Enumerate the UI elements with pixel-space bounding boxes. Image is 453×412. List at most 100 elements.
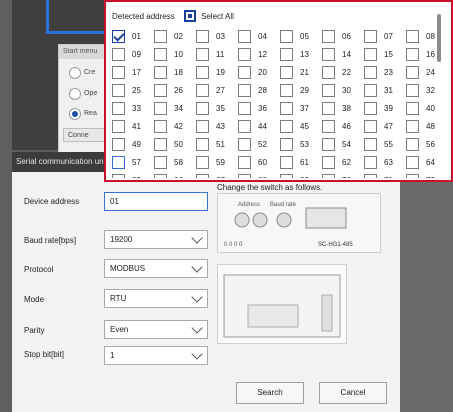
- address-checkbox[interactable]: [364, 66, 377, 79]
- address-label: 26: [174, 86, 183, 95]
- address-checkbox[interactable]: [406, 66, 419, 79]
- address-checkbox[interactable]: [196, 48, 209, 61]
- address-checkbox[interactable]: [406, 30, 419, 43]
- address-checkbox[interactable]: [406, 84, 419, 97]
- address-checkbox[interactable]: [406, 120, 419, 133]
- address-checkbox[interactable]: [112, 120, 125, 133]
- model-label: SC-HG1-485: [318, 242, 353, 248]
- address-label: 16: [426, 50, 435, 59]
- address-label: 45: [300, 122, 309, 131]
- address-checkbox[interactable]: [322, 174, 335, 178]
- select-all-checkbox[interactable]: [184, 10, 196, 22]
- address-checkbox[interactable]: [196, 30, 209, 43]
- address-checkbox[interactable]: [238, 138, 251, 151]
- address-checkbox[interactable]: [364, 174, 377, 178]
- address-checkbox[interactable]: [322, 102, 335, 115]
- terminal-icon: [321, 294, 333, 332]
- switch-digits: 0 0 0 0: [224, 242, 243, 248]
- address-checkbox[interactable]: [196, 66, 209, 79]
- address-checkbox[interactable]: [322, 66, 335, 79]
- address-checkbox[interactable]: [322, 120, 335, 133]
- address-checkbox[interactable]: [406, 174, 419, 178]
- popup-scrollbar[interactable]: [437, 14, 441, 62]
- address-checkbox[interactable]: [364, 48, 377, 61]
- address-checkbox[interactable]: [280, 138, 293, 151]
- address-checkbox[interactable]: [238, 66, 251, 79]
- address-label: 04: [258, 32, 267, 41]
- address-checkbox[interactable]: [196, 120, 209, 133]
- baud-rate-select[interactable]: 19200: [104, 230, 208, 249]
- address-checkbox[interactable]: [406, 102, 419, 115]
- address-checkbox[interactable]: [196, 174, 209, 178]
- address-checkbox[interactable]: [154, 66, 167, 79]
- open-radio[interactable]: [69, 88, 81, 100]
- address-checkbox[interactable]: [238, 102, 251, 115]
- stop-bit-select[interactable]: 1: [104, 346, 208, 365]
- address-checkbox[interactable]: [154, 174, 167, 178]
- address-label: 47: [384, 122, 393, 131]
- address-checkbox[interactable]: [112, 138, 125, 151]
- address-checkbox[interactable]: [238, 156, 251, 169]
- search-button[interactable]: Search: [236, 382, 304, 404]
- address-checkbox[interactable]: [154, 48, 167, 61]
- address-label: 02: [174, 32, 183, 41]
- address-checkbox[interactable]: [196, 84, 209, 97]
- address-checkbox[interactable]: [112, 48, 125, 61]
- address-checkbox[interactable]: [406, 156, 419, 169]
- address-checkbox[interactable]: [112, 66, 125, 79]
- address-checkbox[interactable]: [364, 138, 377, 151]
- address-checkbox[interactable]: [112, 174, 125, 178]
- address-checkbox[interactable]: [364, 156, 377, 169]
- address-checkbox[interactable]: [364, 30, 377, 43]
- address-checkbox[interactable]: [238, 120, 251, 133]
- address-checkbox[interactable]: [112, 102, 125, 115]
- address-checkbox[interactable]: [196, 138, 209, 151]
- address-label: 54: [342, 140, 351, 149]
- cancel-button[interactable]: Cancel: [319, 382, 387, 404]
- address-checkbox[interactable]: [322, 156, 335, 169]
- address-checkbox[interactable]: [196, 102, 209, 115]
- address-checkbox[interactable]: [364, 120, 377, 133]
- address-checkbox[interactable]: [364, 84, 377, 97]
- address-checkbox[interactable]: [238, 174, 251, 178]
- address-checkbox[interactable]: [406, 138, 419, 151]
- address-checkbox[interactable]: [322, 84, 335, 97]
- address-checkbox[interactable]: [112, 156, 125, 169]
- address-checkbox[interactable]: [322, 30, 335, 43]
- address-dial-icon: [252, 212, 268, 228]
- address-label: 05: [300, 32, 309, 41]
- address-checkbox[interactable]: [280, 30, 293, 43]
- address-label: 53: [300, 140, 309, 149]
- address-checkbox[interactable]: [154, 156, 167, 169]
- address-label: 42: [174, 122, 183, 131]
- address-checkbox[interactable]: [364, 102, 377, 115]
- read-radio[interactable]: [69, 108, 81, 120]
- address-checkbox[interactable]: [322, 138, 335, 151]
- address-checkbox[interactable]: [280, 66, 293, 79]
- address-checkbox[interactable]: [238, 48, 251, 61]
- address-label: 40: [426, 104, 435, 113]
- address-checkbox[interactable]: [280, 48, 293, 61]
- create-radio[interactable]: [69, 67, 81, 79]
- address-checkbox[interactable]: [280, 102, 293, 115]
- device-address-field[interactable]: 01: [104, 192, 208, 211]
- address-checkbox[interactable]: [154, 84, 167, 97]
- address-checkbox[interactable]: [196, 156, 209, 169]
- protocol-select[interactable]: MODBUS: [104, 259, 208, 278]
- parity-select[interactable]: Even: [104, 320, 208, 339]
- mode-select[interactable]: RTU: [104, 289, 208, 308]
- address-checkbox[interactable]: [280, 174, 293, 178]
- address-checkbox[interactable]: [238, 30, 251, 43]
- address-checkbox[interactable]: [280, 84, 293, 97]
- address-checkbox[interactable]: [154, 120, 167, 133]
- address-checkbox[interactable]: [154, 30, 167, 43]
- address-checkbox[interactable]: [112, 30, 125, 43]
- address-checkbox[interactable]: [238, 84, 251, 97]
- address-checkbox[interactable]: [112, 84, 125, 97]
- address-checkbox[interactable]: [154, 138, 167, 151]
- address-checkbox[interactable]: [322, 48, 335, 61]
- address-checkbox[interactable]: [406, 48, 419, 61]
- address-checkbox[interactable]: [154, 102, 167, 115]
- address-checkbox[interactable]: [280, 120, 293, 133]
- address-checkbox[interactable]: [280, 156, 293, 169]
